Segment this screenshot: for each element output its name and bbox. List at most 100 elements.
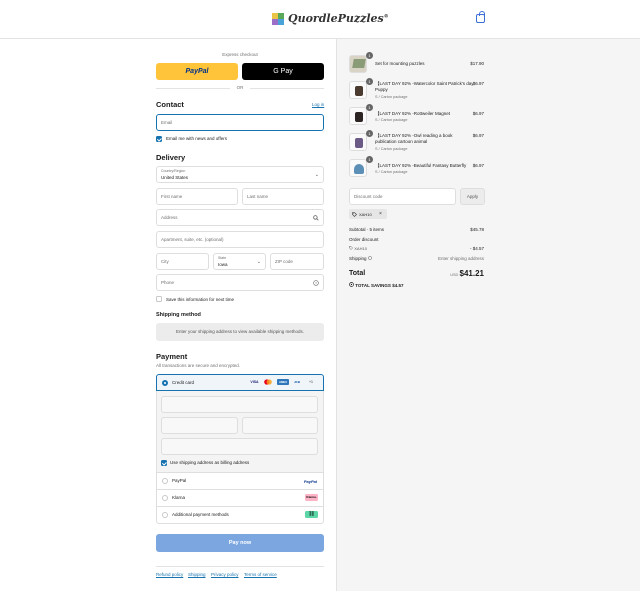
total-label: Total (349, 270, 366, 277)
logo[interactable]: QuordlePuzzles® (272, 12, 389, 25)
shipping-policy-link[interactable]: Shipping (188, 572, 206, 577)
additional-payment-radio[interactable] (162, 512, 168, 518)
mastercard-icon (263, 379, 273, 385)
payment-subtitle: All transactions are secure and encrypte… (156, 363, 241, 368)
paypal-express-button[interactable]: PayPal (156, 63, 238, 80)
discount-value: - $4.57 (469, 246, 484, 251)
country-label: Country/Region (161, 169, 186, 173)
savings-row: TOTAL SAVINGS $4.57 (349, 282, 484, 288)
privacy-policy-link[interactable]: Privacy policy (211, 572, 239, 577)
item-variant: S / Carton package (375, 95, 408, 99)
or-divider-right (250, 88, 324, 89)
zip-placeholder: ZIP code (275, 259, 293, 264)
footer-divider (156, 566, 324, 567)
paypal-express-label: PayPal (185, 68, 209, 75)
applied-code-tag: XAH10 × (349, 209, 387, 219)
credit-card-label: Credit card (172, 380, 195, 385)
chevron-down-icon: ⌄ (314, 172, 319, 178)
klarna-option-label: Klarna (172, 495, 186, 500)
zip-field[interactable]: ZIP code (270, 253, 324, 270)
payment-heading: Payment (156, 352, 188, 361)
state-select[interactable]: State Iowa ⌄ (213, 253, 266, 270)
or-text: OR (236, 85, 244, 90)
tag-icon (349, 246, 353, 250)
paypal-option[interactable]: PayPal PayPal (156, 473, 324, 490)
product-thumbnail (349, 107, 367, 125)
header: QuordlePuzzles® (0, 0, 640, 39)
quantity-badge: 1 (366, 156, 373, 163)
item-name: Set for mounting puzzles (375, 61, 425, 66)
terms-of-service-link[interactable]: Terms of service (244, 572, 277, 577)
pay-now-button[interactable]: Pay now (156, 534, 324, 552)
visa-icon: VISA (250, 380, 259, 384)
newsletter-checkbox[interactable] (156, 136, 162, 142)
shipping-method-message: Enter your shipping address to view avai… (156, 323, 324, 341)
delivery-heading: Delivery (156, 153, 186, 162)
klarna-option[interactable]: Klarna Klarna. (156, 490, 324, 507)
discount-code-field[interactable]: Discount code (349, 188, 456, 205)
help-icon[interactable]: ? (313, 280, 319, 286)
item-name: 【LAST DAY 92% -Beautiful Fantasy Butterf… (375, 163, 467, 168)
card-expiry-field[interactable] (161, 417, 238, 434)
item-name: 【LAST DAY 92% -Rottweiler Magnet (375, 111, 451, 116)
paypal-radio[interactable] (162, 478, 168, 484)
phone-field[interactable]: Phone ? (156, 274, 324, 291)
or-divider-left (156, 88, 230, 89)
card-cvv-field[interactable] (242, 417, 318, 434)
apply-label: Apply (466, 194, 479, 199)
shipping-row: Shipping Enter shipping address (349, 256, 484, 261)
country-select[interactable]: Country/Region United States ⌄ (156, 166, 324, 183)
order-discount-label: Order discount (349, 237, 379, 242)
apartment-field[interactable]: Apartment, suite, etc. (optional) (156, 231, 324, 248)
save-info-checkbox[interactable] (156, 296, 162, 302)
email-placeholder: Email (161, 120, 173, 125)
state-label: State (218, 256, 227, 260)
savings-label: TOTAL SAVINGS (355, 283, 391, 288)
subtotal-label: Subtotal · 5 items (349, 227, 385, 232)
first-name-field[interactable]: First name (156, 188, 238, 205)
product-thumbnail (349, 55, 367, 73)
shipping-method-text: Enter your shipping address to view avai… (175, 329, 305, 334)
city-placeholder: City (161, 259, 169, 264)
city-field[interactable]: City (156, 253, 209, 270)
currency-code: USD (450, 273, 459, 277)
login-link[interactable]: Log in (312, 102, 324, 107)
tag-icon (352, 211, 357, 217)
quantity-badge: 1 (366, 130, 373, 137)
klarna-logo: Klarna. (305, 494, 318, 501)
quantity-badge: 1 (366, 104, 373, 111)
discount-code-text: XAH10 (354, 246, 367, 251)
shopping-bag-icon[interactable] (476, 11, 485, 23)
discount-row: XAH10 - $4.57 (349, 246, 484, 251)
item-price: $6.97 (472, 81, 484, 86)
item-variant: S / Carton package (375, 147, 408, 151)
klarna-radio[interactable] (162, 495, 168, 501)
gpay-express-button[interactable]: G Pay (242, 63, 324, 80)
save-info-label: Save this information for next time (166, 297, 235, 302)
card-number-field[interactable] (161, 396, 318, 413)
product-thumbnail (349, 133, 367, 151)
logo-text: QuordlePuzzles® (288, 12, 389, 25)
item-price: $17.90 (470, 61, 484, 66)
svg-text:?: ? (315, 281, 317, 285)
savings-tag-icon (349, 282, 354, 287)
credit-card-radio[interactable] (162, 380, 168, 386)
billing-same-checkbox[interactable] (161, 460, 167, 466)
email-field[interactable]: Email (156, 114, 324, 131)
address-field[interactable]: Address (156, 209, 324, 226)
item-price: $6.97 (472, 111, 484, 116)
column-divider (336, 39, 337, 591)
apply-button[interactable]: Apply (460, 188, 485, 205)
last-name-field[interactable]: Last name (242, 188, 324, 205)
help-icon[interactable] (367, 256, 372, 260)
item-name: 【LAST DAY 92% -Owl reading a book public… (375, 133, 453, 144)
additional-payment-option[interactable]: Additional payment methods ⛓ (156, 507, 324, 524)
quantity-badge: 1 (366, 78, 373, 85)
item-variant: S / Carton package (375, 118, 408, 122)
refund-policy-link[interactable]: Refund policy (156, 572, 183, 577)
card-name-field[interactable] (161, 438, 318, 455)
total-row: Total USD $41.21 (349, 269, 484, 278)
logo-mark-icon (272, 12, 284, 25)
country-value: United States (161, 175, 189, 180)
remove-code-icon[interactable]: × (379, 211, 382, 217)
